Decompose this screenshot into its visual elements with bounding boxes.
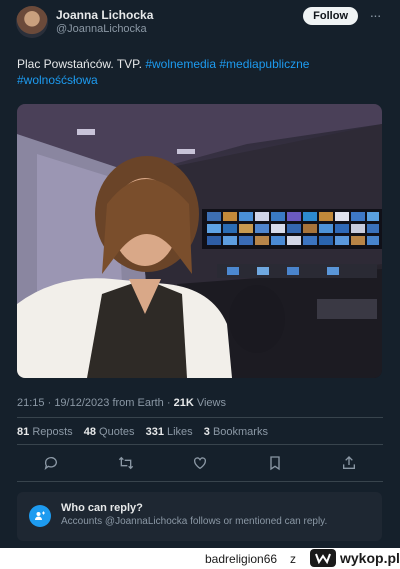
tweet-body: Plac Powstańców. TVP.: [17, 57, 142, 71]
post-date[interactable]: 19/12/2023: [54, 397, 109, 409]
post-photo[interactable]: [17, 104, 382, 378]
bookmark-icon[interactable]: [264, 452, 286, 474]
reply-icon[interactable]: [40, 452, 62, 474]
divider: [17, 444, 383, 445]
wykop-logo[interactable]: wykop.pl: [310, 549, 400, 567]
reply-settings-description: Accounts @JoannaLichocka follows or ment…: [61, 516, 328, 527]
divider: [17, 417, 383, 418]
bookmarks-label: Bookmarks: [212, 426, 268, 438]
more-options-icon[interactable]: ···: [366, 7, 384, 25]
repost-icon[interactable]: [115, 452, 137, 474]
follow-button[interactable]: Follow: [303, 7, 358, 25]
bookmarks-stat[interactable]: 3 Bookmarks: [204, 426, 268, 438]
reply-settings-box: Who can reply? Accounts @JoannaLichocka …: [17, 492, 382, 541]
post-source: from Earth: [112, 397, 164, 409]
author-names: Joanna Lichocka @JoannaLichocka: [56, 8, 153, 36]
quotes-count: 48: [83, 426, 96, 438]
likes-count: 331: [145, 426, 164, 438]
share-icon[interactable]: [338, 452, 360, 474]
post-stats: 81 Reposts 48 Quotes 331 Likes 3 Bookmar…: [17, 426, 276, 438]
hashtag-link[interactable]: #wolnemedia: [145, 57, 216, 71]
bookmarks-count: 3: [203, 426, 210, 438]
footer-separator: z: [290, 552, 296, 566]
footer-username[interactable]: badreligion66: [205, 552, 277, 566]
likes-label: Likes: [167, 426, 193, 438]
footer-site: wykop.pl: [340, 550, 400, 566]
post: Joanna Lichocka @JoannaLichocka Follow ·…: [0, 0, 400, 548]
action-bar: [40, 452, 360, 474]
author-handle[interactable]: @JoannaLichocka: [56, 22, 153, 36]
people-icon: [29, 505, 51, 527]
reposts-count: 81: [17, 426, 30, 438]
like-icon[interactable]: [189, 452, 211, 474]
post-time[interactable]: 21:15: [17, 397, 45, 409]
quotes-stat[interactable]: 48 Quotes: [84, 426, 135, 438]
tv-control-room-photo: [17, 104, 382, 378]
likes-stat[interactable]: 331 Likes: [146, 426, 193, 438]
hashtag-link[interactable]: #mediapubliczne: [219, 57, 309, 71]
divider: [17, 481, 383, 482]
reply-settings-title: Who can reply?: [61, 502, 143, 514]
reposts-stat[interactable]: 81 Reposts: [17, 426, 73, 438]
source-footer: badreligion66 z wykop.pl: [0, 548, 400, 569]
views-count: 21K: [173, 397, 194, 409]
quotes-label: Quotes: [99, 426, 135, 438]
hashtag-link[interactable]: #wolnośćsłowa: [17, 73, 98, 87]
tweet-text: Plac Powstańców. TVP. #wolnemedia #media…: [17, 56, 387, 88]
views-label: Views: [196, 397, 226, 409]
wykop-logo-icon: [310, 549, 336, 567]
reposts-label: Reposts: [32, 426, 73, 438]
author-display-name[interactable]: Joanna Lichocka: [56, 8, 153, 22]
post-header: Joanna Lichocka @JoannaLichocka Follow ·…: [16, 6, 384, 38]
avatar[interactable]: [16, 6, 48, 38]
post-meta: 21:15 · 19/12/2023 from Earth · 21K View…: [17, 397, 226, 409]
